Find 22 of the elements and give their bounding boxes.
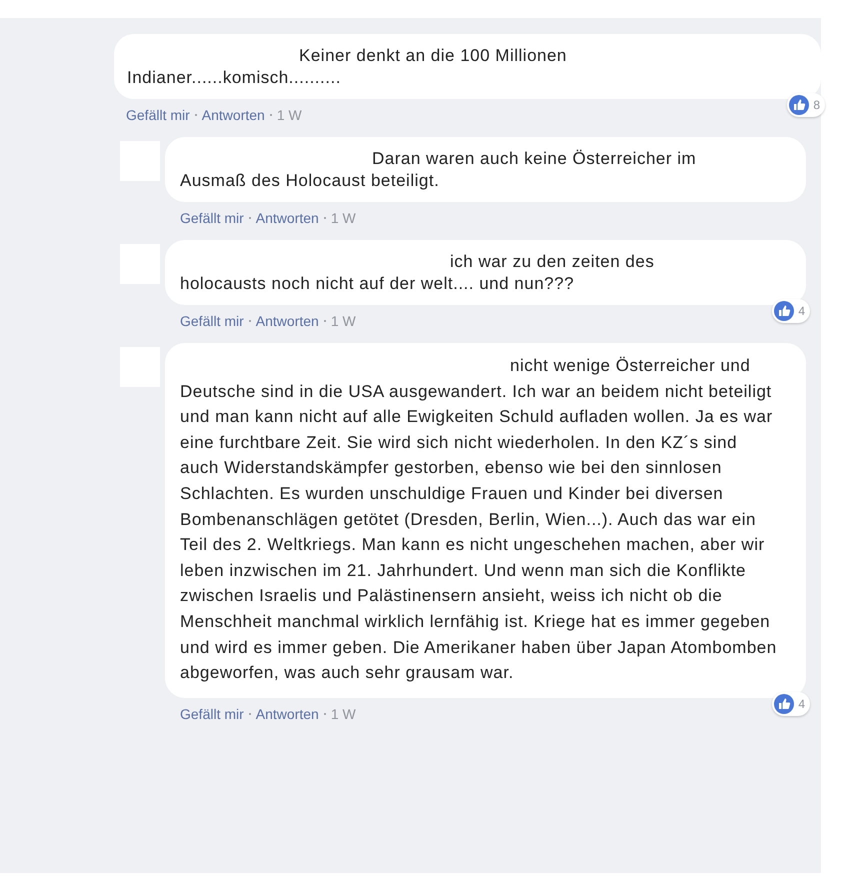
action-link[interactable]: Antworten: [202, 107, 265, 123]
timestamp: 1 W: [330, 706, 356, 722]
action-link[interactable]: Gefällt mir: [180, 706, 244, 722]
comment-text: ich war zu den zeiten des holocausts noch nicht auf der welt.... und nun???: [180, 251, 656, 295]
timestamp: 1 W: [330, 313, 356, 329]
comment-text: Keiner denkt an die 100 Millionen Indianer......komisch..........: [127, 45, 568, 89]
action-link[interactable]: Gefällt mir: [180, 313, 244, 329]
comment-text: Daran waren auch keine Österreicher im Ausmaß des Holocaust beteiligt.: [180, 148, 698, 192]
comment-text: nicht wenige Österreicher und Deutsche sind in die USA ausgewandert. Ich war an beidem nicht beteiligt und man kann nicht auf alle Ewigkeiten Schuld aufladen wollen. Ja es war eine furchtbare Zeit. Sie wird sich nicht wiederholen. In den KZ´s sind auch Widerstandskämpfer gestorben, ebenso wie bei den sinnlosen Schlachten. Es wurden unschuldige Frauen und Kinder bei diversen Bombenanschlägen getötet (Dresden, Berlin, Wien...). Auch das war ein Teil des 2. Weltkriegs. Man kann es nicht ungeschehen machen, aber wir leben inzwischen im 21. Jahrhundert. Und wenn man sich die Konflikte zwischen Israelis und Palästinensern ansieht, weiss ich nicht ob die Menschheit manchmal wirklich lernfähig ist. Kriege hat es immer gegeben und wird es immer geben. Die Amerikaner haben über Japan Atombomben abgeworfen, was auch sehr grausam war.: [180, 355, 778, 684]
thumbs-up-icon: [774, 301, 794, 321]
action-link[interactable]: Gefällt mir: [180, 210, 244, 226]
action-link[interactable]: Antworten: [256, 313, 319, 329]
action-link[interactable]: Antworten: [256, 210, 319, 226]
reaction-count: 4: [772, 299, 810, 323]
timestamp: 1 W: [330, 210, 356, 226]
timestamp: 1 W: [276, 107, 302, 123]
reaction-count: 8: [787, 93, 825, 117]
thumbs-up-icon: [789, 95, 810, 115]
reaction-count: 4: [772, 692, 810, 716]
action-link[interactable]: Gefällt mir: [126, 107, 190, 123]
thumbs-up-icon: [774, 694, 794, 714]
action-link[interactable]: Antworten: [256, 706, 319, 722]
